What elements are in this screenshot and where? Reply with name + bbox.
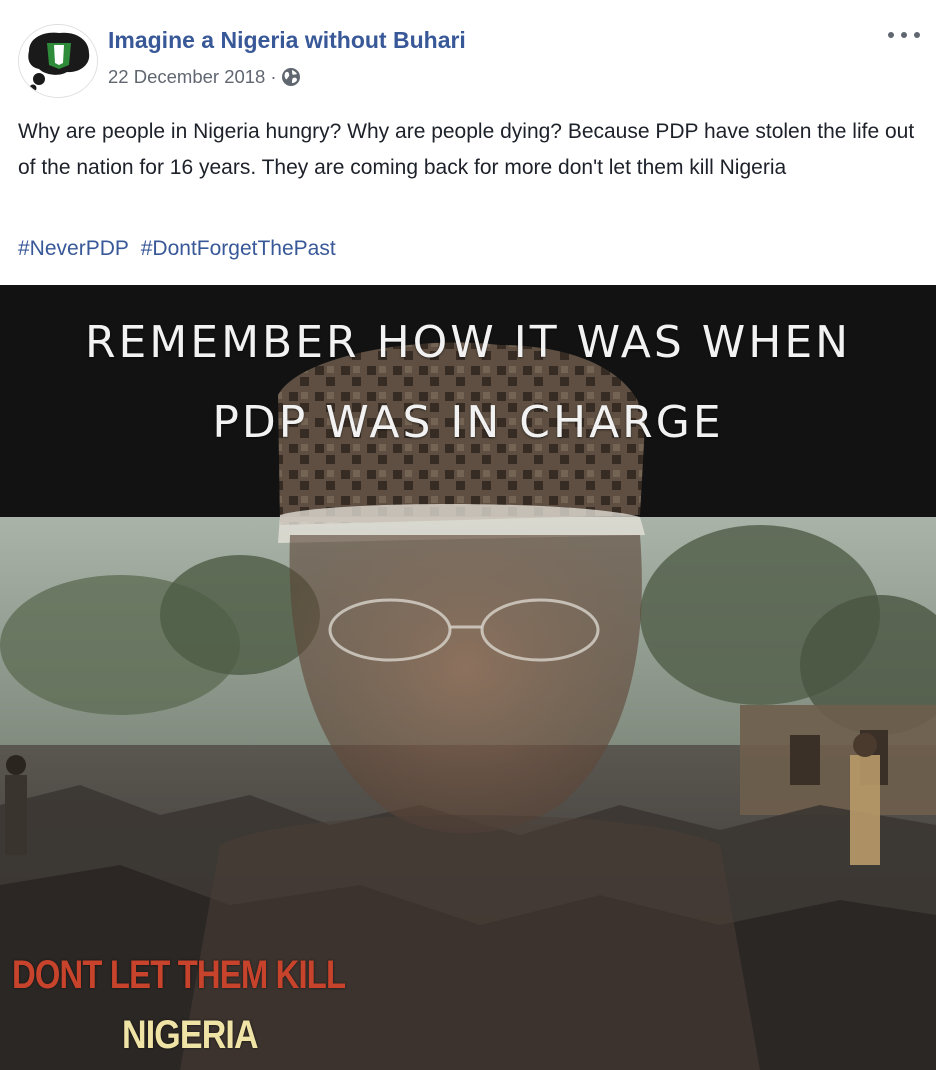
post-meta: 22 December 2018 ·	[108, 66, 301, 88]
image-slogan-line1: DONT LET THEM KILL	[12, 953, 346, 997]
post-date[interactable]: 22 December 2018	[108, 66, 265, 88]
more-dot	[914, 32, 920, 38]
post-header: Imagine a Nigeria without Buhari 22 Dece…	[0, 0, 936, 110]
page-name-link[interactable]: Imagine a Nigeria without Buhari	[108, 27, 466, 54]
image-slogan-line2: NIGERIA	[122, 1013, 259, 1057]
more-options-icon[interactable]	[888, 24, 920, 46]
post-message: Why are people in Nigeria hungry? Why ar…	[18, 120, 915, 179]
facebook-post: Imagine a Nigeria without Buhari 22 Dece…	[0, 0, 936, 1070]
meta-separator: ·	[270, 66, 277, 87]
page-avatar[interactable]	[18, 24, 98, 98]
globe-icon[interactable]	[281, 67, 301, 87]
hashtag-neverpdp[interactable]: #NeverPDP	[18, 237, 129, 260]
avatar-image	[19, 25, 97, 97]
post-image[interactable]: REMEMBER HOW IT WAS WHEN PDP WAS IN CHAR…	[0, 285, 936, 1070]
hashtag-list: #NeverPDP #DontForgetThePast	[18, 231, 342, 267]
image-headline-line2: PDP WAS IN CHARGE	[212, 397, 724, 448]
more-dot	[901, 32, 907, 38]
image-headline-line1: REMEMBER HOW IT WAS WHEN	[84, 317, 852, 368]
more-dot	[888, 32, 894, 38]
hashtag-dontforgetthepast[interactable]: #DontForgetThePast	[141, 237, 336, 260]
